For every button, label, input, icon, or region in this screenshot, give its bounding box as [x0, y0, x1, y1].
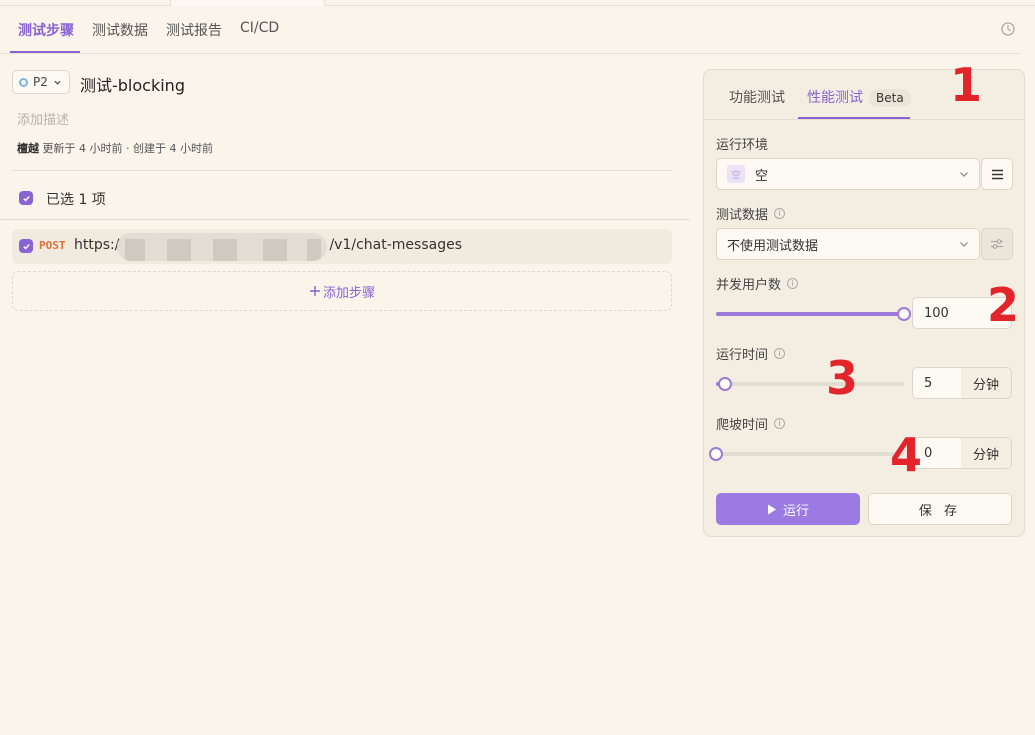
priority-dot-icon [19, 77, 28, 87]
step-checkbox[interactable] [19, 239, 33, 253]
tab-ci-cd[interactable]: CI/CD [240, 20, 279, 36]
annotation-marker-3: 3 [826, 351, 859, 405]
env-label-text: 运行环境 [716, 138, 769, 153]
rampup-label-text: 爬坡时间 [716, 418, 769, 433]
env-manage-button[interactable] [981, 158, 1013, 190]
run-settings-panel: 功能测试 性能测试 Beta 运行环境 空 空 测试数据 i 不使用测试数据 并发用… [703, 69, 1025, 537]
env-label: 运行环境 [716, 134, 768, 153]
tab-performance-test[interactable]: 性能测试 Beta [807, 87, 911, 107]
active-tab-indicator [10, 51, 80, 53]
concurrency-label: 并发用户数 i [716, 274, 799, 293]
duration-label-text: 运行时间 [716, 348, 769, 363]
sliders-icon [991, 239, 1003, 249]
plus-icon [309, 286, 320, 296]
priority-value: P2 [33, 75, 48, 89]
concurrency-label-text: 并发用户数 [716, 278, 782, 293]
author-name: 檀越 [17, 142, 39, 155]
info-icon[interactable]: i [774, 418, 786, 429]
tab-test-data[interactable]: 测试数据 [92, 20, 148, 40]
history-icon[interactable] [1000, 21, 1016, 37]
rampup-unit: 分钟 [961, 437, 1012, 469]
slider-fill [716, 312, 904, 316]
test-data-settings-button[interactable] [981, 228, 1013, 260]
annotation-marker-1: 1 [950, 58, 983, 112]
chevron-down-icon [960, 242, 968, 247]
env-value: 空 [755, 168, 769, 184]
duration-slider[interactable] [716, 377, 904, 391]
tab-performance-label: 性能测试 [807, 90, 863, 106]
divider [0, 219, 690, 220]
annotation-marker-2: 2 [987, 278, 1020, 332]
run-label: 运行 [782, 503, 809, 519]
concurrency-slider[interactable] [716, 307, 911, 321]
duration-input[interactable]: 5 [912, 367, 962, 399]
play-icon [767, 504, 776, 514]
rampup-slider[interactable] [709, 447, 904, 461]
url-prefix: https:/ [74, 237, 120, 253]
duration-unit: 分钟 [961, 367, 1012, 399]
annotation-marker-4: 4 [890, 428, 923, 482]
test-data-label: 测试数据 i [716, 204, 786, 223]
step-row[interactable]: POST https:/ /v1/chat-messages [12, 229, 672, 264]
divider [704, 119, 1024, 120]
env-badge: 空 [727, 165, 745, 183]
info-icon[interactable]: i [774, 208, 786, 219]
redacted-url-blur [117, 233, 327, 261]
test-data-value: 不使用测试数据 [727, 238, 819, 254]
run-button[interactable]: 运行 [716, 493, 860, 525]
info-icon[interactable]: i [787, 278, 799, 289]
http-method-badge: POST [39, 239, 66, 252]
divider [12, 170, 672, 171]
description-input[interactable]: 添加描述 [17, 109, 69, 128]
url-suffix: /v1/chat-messages [329, 237, 462, 253]
test-data-select[interactable]: 不使用测试数据 [716, 228, 980, 260]
test-data-label-text: 测试数据 [716, 208, 769, 223]
case-timestamps: 更新于 4 小时前 · 创建于 4 小时前 [42, 142, 213, 155]
priority-select[interactable]: P2 [12, 70, 70, 94]
tab-test-report[interactable]: 测试报告 [166, 20, 222, 40]
main-tabs: 测试步骤 测试数据 测试报告 CI/CD [0, 6, 1021, 54]
select-all-checkbox[interactable] [19, 191, 33, 205]
check-icon [22, 195, 30, 202]
env-select[interactable]: 空 空 [716, 158, 980, 190]
slider-thumb[interactable] [718, 377, 733, 391]
chevron-down-icon [960, 172, 968, 177]
add-step-label: 添加步骤 [322, 285, 375, 301]
add-step-button[interactable]: 添加步骤 [12, 271, 672, 311]
duration-label: 运行时间 i [716, 344, 786, 363]
selected-count: 已选 1 项 [46, 192, 106, 208]
case-meta: 檀越 更新于 4 小时前 · 创建于 4 小时前 [17, 140, 213, 156]
case-title[interactable]: 测试-blocking [80, 72, 185, 96]
check-icon [22, 243, 30, 250]
slider-thumb[interactable] [897, 307, 911, 321]
info-icon[interactable]: i [774, 348, 786, 359]
tab-functional-test[interactable]: 功能测试 [729, 87, 785, 107]
chevron-down-icon [54, 80, 61, 85]
beta-badge: Beta [869, 89, 911, 107]
tab-test-steps[interactable]: 测试步骤 [18, 20, 74, 40]
menu-icon [991, 169, 1003, 179]
save-button[interactable]: 保 存 [868, 493, 1012, 525]
slider-thumb[interactable] [709, 447, 723, 461]
rampup-label: 爬坡时间 i [716, 414, 786, 433]
